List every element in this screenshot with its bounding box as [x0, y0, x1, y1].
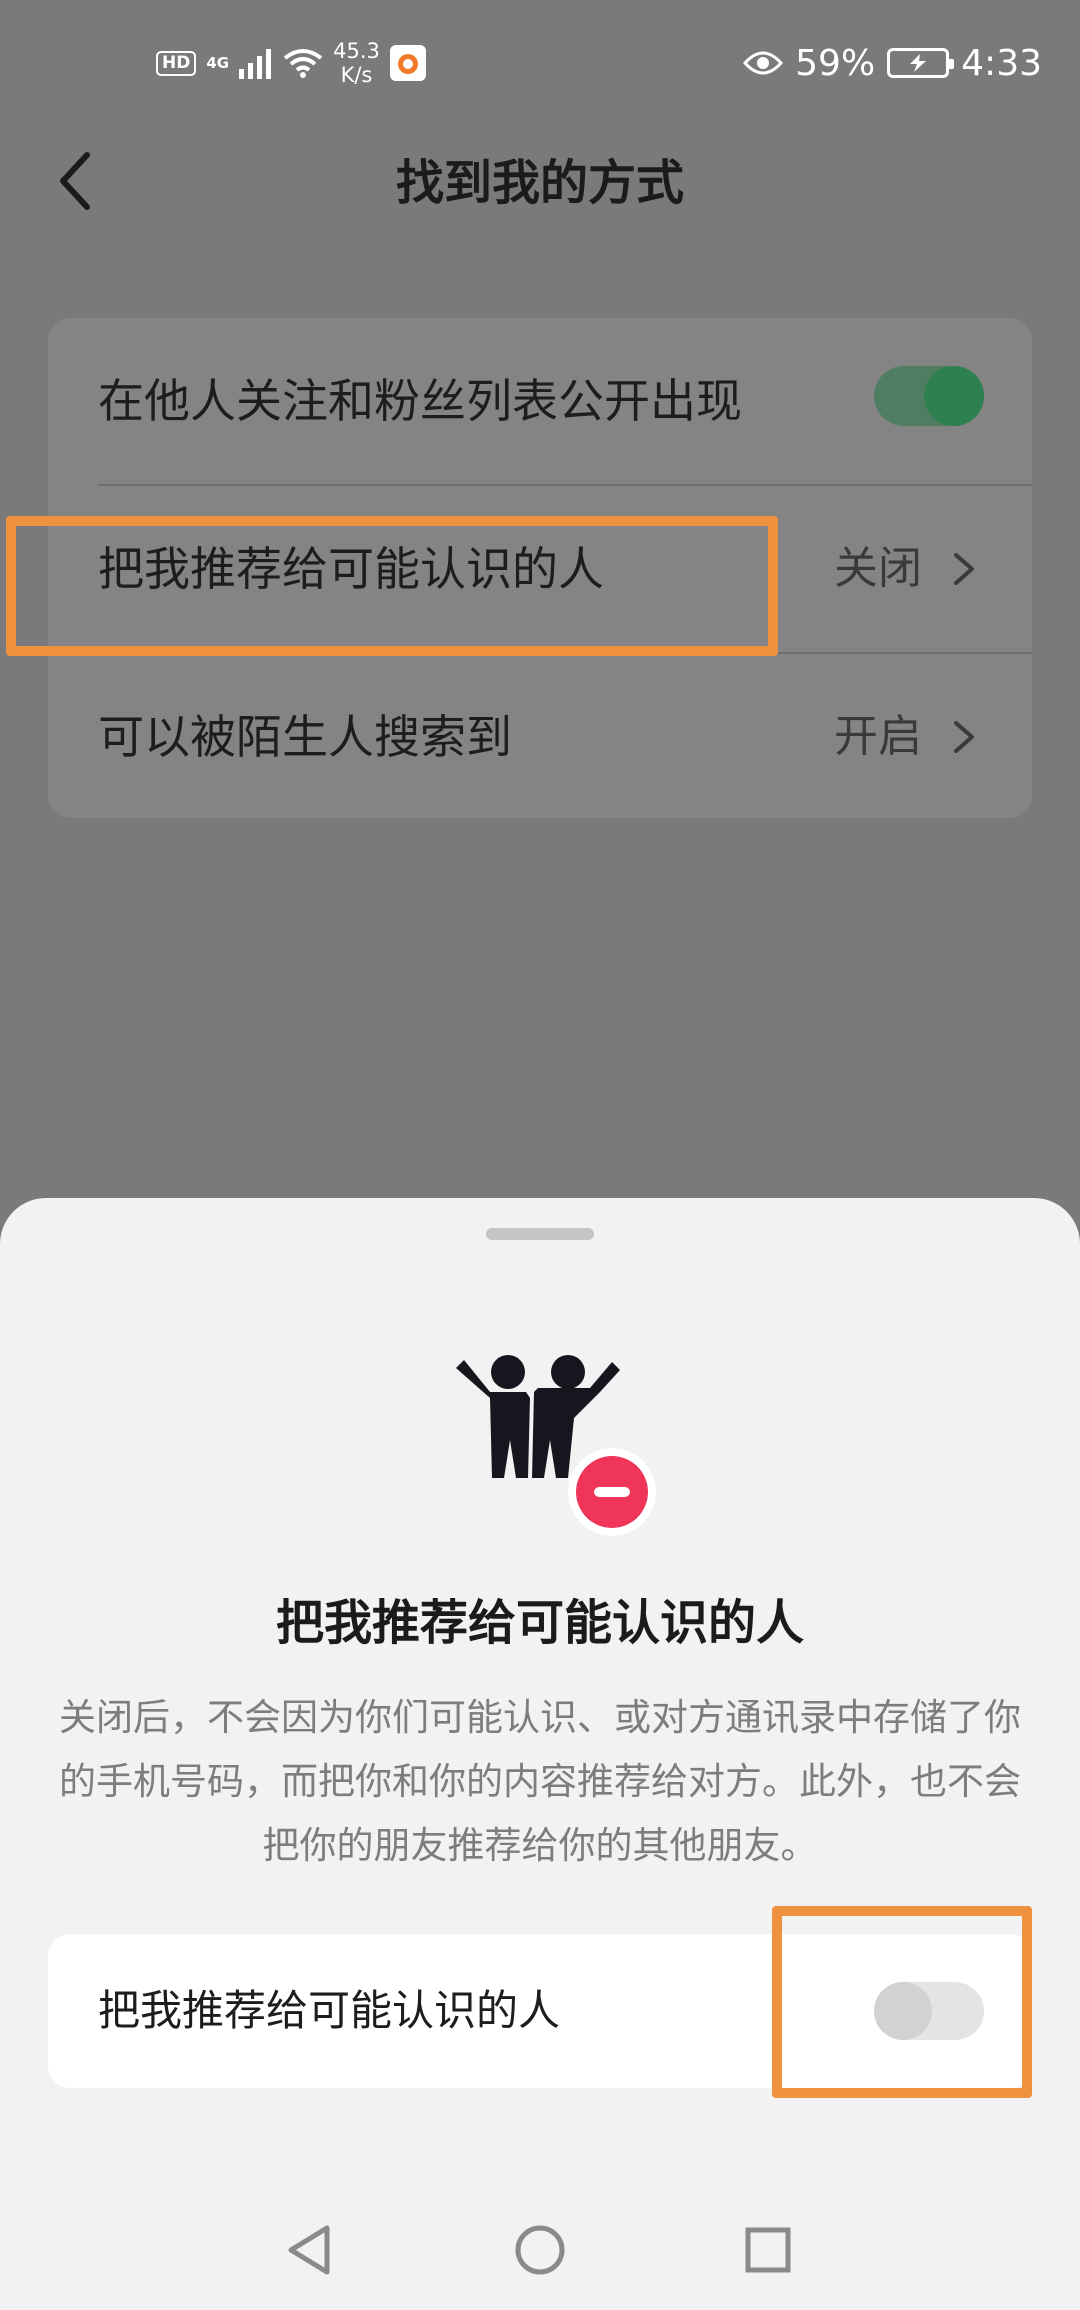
page-title: 找到我的方式	[395, 155, 684, 211]
toggle-knob	[924, 366, 984, 426]
sheet-title: 把我推荐给可能认识的人	[275, 1595, 804, 1651]
eye-icon	[743, 51, 784, 75]
app-notification-icon	[389, 45, 426, 81]
top-app-bar: 找到我的方式	[0, 120, 1080, 250]
setting-value: 关闭	[834, 543, 922, 594]
hd-badge: HD	[156, 50, 197, 76]
status-right-group: 59% 4:33	[743, 36, 1042, 90]
sheet-drag-handle[interactable]	[486, 1228, 594, 1240]
setting-row-stranger-search[interactable]: 可以被陌生人搜索到 开启	[48, 654, 1032, 820]
network-speed-unit: K/s	[340, 63, 373, 87]
battery-percent: 59%	[795, 42, 876, 84]
battery-charging-icon	[887, 48, 955, 78]
nav-home-button[interactable]	[500, 2210, 580, 2290]
nav-home-icon	[515, 2225, 565, 2275]
friends-remove-icon	[456, 1355, 656, 1536]
clock: 4:33	[961, 42, 1042, 84]
status-left-group: HD 4G 45.3 K/s	[156, 38, 426, 88]
annotation-highlight-box	[772, 1906, 1032, 2098]
network-type: 4G	[206, 53, 230, 72]
sheet-description: 关闭后，不会因为你们可能认识、或对方通讯录中存储了你的手机号码，而把你和你的内容…	[59, 1696, 1021, 1867]
setting-value: 开启	[834, 711, 922, 762]
annotation-highlight-box	[6, 516, 778, 656]
nav-recents-icon	[745, 2227, 791, 2273]
wifi-icon	[283, 49, 323, 78]
status-bar: HD 4G 45.3 K/s 59% 4:33	[0, 0, 1080, 120]
system-nav-bar	[0, 2190, 1080, 2310]
setting-row-public-lists[interactable]: 在他人关注和粉丝列表公开出现	[48, 318, 1032, 484]
nav-back-button[interactable]	[268, 2210, 348, 2290]
signal-icon	[239, 49, 272, 79]
setting-label: 可以被陌生人搜索到	[98, 710, 512, 764]
chevron-right-icon	[954, 553, 974, 585]
network-speed: 45.3 K/s	[333, 39, 380, 87]
nav-back-icon	[288, 2225, 330, 2275]
toggle-label: 把我推荐给可能认识的人	[98, 1986, 561, 2035]
network-speed-value: 45.3	[333, 39, 380, 63]
bottom-sheet: 把我推荐给可能认识的人 关闭后，不会因为你们可能认识、或对方通讯录中存储了你的手…	[0, 1198, 1080, 2310]
public-lists-toggle[interactable]	[874, 366, 984, 426]
nav-recents-button[interactable]	[728, 2210, 808, 2290]
chevron-right-icon	[954, 721, 974, 753]
setting-label: 在他人关注和粉丝列表公开出现	[98, 374, 742, 428]
